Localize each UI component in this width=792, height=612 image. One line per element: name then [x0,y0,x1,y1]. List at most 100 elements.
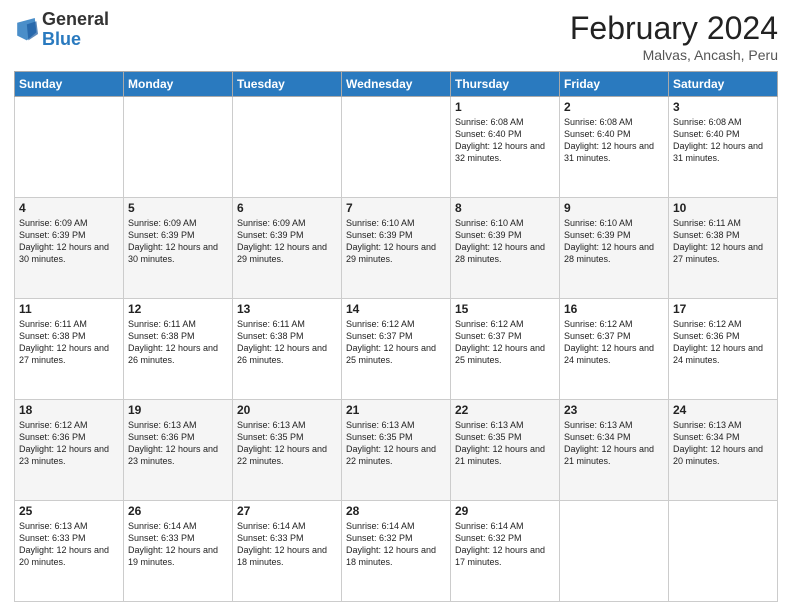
day-cell: 24 Sunrise: 6:13 AM Sunset: 6:34 PM Dayli… [669,400,778,501]
day-number: 1 [455,100,555,114]
day-cell: 22Sunrise: 6:13 AM Sunset: 6:35 PM Dayli… [451,400,560,501]
day-number: 29 [455,504,555,518]
header-wednesday: Wednesday [342,72,451,97]
day-number: 9 [564,201,664,215]
day-cell [342,97,451,198]
day-info: Sunrise: 6:12 AM Sunset: 6:37 PM Dayligh… [455,318,555,367]
day-number: 8 [455,201,555,215]
day-number: 20 [237,403,337,417]
logo-icon [14,16,38,44]
calendar-subtitle: Malvas, Ancash, Peru [570,47,778,63]
day-cell [233,97,342,198]
day-cell: 3 Sunrise: 6:08 AM Sunset: 6:40 PM Daylig… [669,97,778,198]
day-cell: 14Sunrise: 6:12 AM Sunset: 6:37 PM Dayli… [342,299,451,400]
day-info: Sunrise: 6:14 AM Sunset: 6:33 PM Dayligh… [237,520,337,569]
day-cell [560,501,669,602]
day-cell: 28 Sunrise: 6:14 AM Sunset: 6:32 PM Dayli… [342,501,451,602]
day-number: 17 [673,302,773,316]
day-number: 7 [346,201,446,215]
day-cell: 26Sunrise: 6:14 AM Sunset: 6:33 PM Dayli… [124,501,233,602]
header-saturday: Saturday [669,72,778,97]
day-cell: 4 Sunrise: 6:09 AM Sunset: 6:39 PM Daylig… [15,198,124,299]
day-number: 4 [19,201,119,215]
day-info: Sunrise: 6:09 AM Sunset: 6:39 PM Dayligh… [237,217,337,266]
day-info: Sunrise: 6:10 AM Sunset: 6:39 PM Dayligh… [455,217,555,266]
header-monday: Monday [124,72,233,97]
day-cell: 12 Sunrise: 6:11 AM Sunset: 6:38 PM Dayli… [124,299,233,400]
logo-general-text: General [42,9,109,29]
day-cell: 9 Sunrise: 6:10 AM Sunset: 6:39 PM Daylig… [560,198,669,299]
day-cell: 18 Sunrise: 6:12 AM Sunset: 6:36 PM Dayli… [15,400,124,501]
day-info: Sunrise: 6:12 AM Sunset: 6:36 PM Dayligh… [673,318,773,367]
day-number: 2 [564,100,664,114]
day-info: Sunrise: 6:13 AM Sunset: 6:35 PM Dayligh… [346,419,446,468]
day-number: 25 [19,504,119,518]
day-cell: 29 Sunrise: 6:14 AM Sunset: 6:32 PM Dayli… [451,501,560,602]
day-number: 24 [673,403,773,417]
day-number: 22 [455,403,555,417]
day-info: Sunrise: 6:10 AM Sunset: 6:39 PM Dayligh… [346,217,446,266]
day-number: 23 [564,403,664,417]
day-cell: 20 Sunrise: 6:13 AM Sunset: 6:35 PM Dayli… [233,400,342,501]
header: General Blue February 2024 Malvas, Ancas… [14,10,778,63]
header-tuesday: Tuesday [233,72,342,97]
day-info: Sunrise: 6:12 AM Sunset: 6:36 PM Dayligh… [19,419,119,468]
day-cell: 21 Sunrise: 6:13 AM Sunset: 6:35 PM Dayli… [342,400,451,501]
day-cell: 11 Sunrise: 6:11 AM Sunset: 6:38 PM Dayli… [15,299,124,400]
week-row-3: 18 Sunrise: 6:12 AM Sunset: 6:36 PM Dayli… [15,400,778,501]
day-cell: 13Sunrise: 6:11 AM Sunset: 6:38 PM Dayli… [233,299,342,400]
logo: General Blue [14,10,109,50]
day-number: 3 [673,100,773,114]
day-info: Sunrise: 6:12 AM Sunset: 6:37 PM Dayligh… [346,318,446,367]
day-cell [15,97,124,198]
day-number: 10 [673,201,773,215]
day-info: Sunrise: 6:14 AM Sunset: 6:32 PM Dayligh… [346,520,446,569]
day-info: Sunrise: 6:11 AM Sunset: 6:38 PM Dayligh… [237,318,337,367]
day-info: Sunrise: 6:08 AM Sunset: 6:40 PM Dayligh… [564,116,664,165]
week-row-4: 25 Sunrise: 6:13 AM Sunset: 6:33 PM Dayli… [15,501,778,602]
week-row-0: 1 Sunrise: 6:08 AM Sunset: 6:40 PM Daylig… [15,97,778,198]
day-number: 28 [346,504,446,518]
day-info: Sunrise: 6:14 AM Sunset: 6:32 PM Dayligh… [455,520,555,569]
header-sunday: Sunday [15,72,124,97]
day-number: 12 [128,302,228,316]
day-info: Sunrise: 6:13 AM Sunset: 6:36 PM Dayligh… [128,419,228,468]
day-cell: 15 Sunrise: 6:12 AM Sunset: 6:37 PM Dayli… [451,299,560,400]
logo-blue-text: Blue [42,29,81,49]
day-cell [669,501,778,602]
day-info: Sunrise: 6:13 AM Sunset: 6:34 PM Dayligh… [673,419,773,468]
calendar-table: SundayMondayTuesdayWednesdayThursdayFrid… [14,71,778,602]
day-number: 5 [128,201,228,215]
day-info: Sunrise: 6:08 AM Sunset: 6:40 PM Dayligh… [455,116,555,165]
day-cell: 25 Sunrise: 6:13 AM Sunset: 6:33 PM Dayli… [15,501,124,602]
day-number: 18 [19,403,119,417]
day-cell: 27Sunrise: 6:14 AM Sunset: 6:33 PM Dayli… [233,501,342,602]
title-block: February 2024 Malvas, Ancash, Peru [570,10,778,63]
day-cell: 19Sunrise: 6:13 AM Sunset: 6:36 PM Dayli… [124,400,233,501]
header-thursday: Thursday [451,72,560,97]
day-cell: 23Sunrise: 6:13 AM Sunset: 6:34 PM Dayli… [560,400,669,501]
day-number: 15 [455,302,555,316]
week-row-1: 4 Sunrise: 6:09 AM Sunset: 6:39 PM Daylig… [15,198,778,299]
day-number: 11 [19,302,119,316]
day-cell: 6 Sunrise: 6:09 AM Sunset: 6:39 PM Daylig… [233,198,342,299]
page: General Blue February 2024 Malvas, Ancas… [0,0,792,612]
day-info: Sunrise: 6:13 AM Sunset: 6:35 PM Dayligh… [237,419,337,468]
day-cell: 7 Sunrise: 6:10 AM Sunset: 6:39 PM Daylig… [342,198,451,299]
day-info: Sunrise: 6:09 AM Sunset: 6:39 PM Dayligh… [19,217,119,266]
day-info: Sunrise: 6:10 AM Sunset: 6:39 PM Dayligh… [564,217,664,266]
day-cell: 8 Sunrise: 6:10 AM Sunset: 6:39 PM Daylig… [451,198,560,299]
day-cell: 1 Sunrise: 6:08 AM Sunset: 6:40 PM Daylig… [451,97,560,198]
day-info: Sunrise: 6:11 AM Sunset: 6:38 PM Dayligh… [19,318,119,367]
day-number: 6 [237,201,337,215]
day-info: Sunrise: 6:11 AM Sunset: 6:38 PM Dayligh… [673,217,773,266]
day-info: Sunrise: 6:11 AM Sunset: 6:38 PM Dayligh… [128,318,228,367]
day-info: Sunrise: 6:09 AM Sunset: 6:39 PM Dayligh… [128,217,228,266]
day-info: Sunrise: 6:13 AM Sunset: 6:33 PM Dayligh… [19,520,119,569]
day-number: 26 [128,504,228,518]
day-number: 21 [346,403,446,417]
day-cell: 17 Sunrise: 6:12 AM Sunset: 6:36 PM Dayli… [669,299,778,400]
header-friday: Friday [560,72,669,97]
day-info: Sunrise: 6:08 AM Sunset: 6:40 PM Dayligh… [673,116,773,165]
day-number: 16 [564,302,664,316]
